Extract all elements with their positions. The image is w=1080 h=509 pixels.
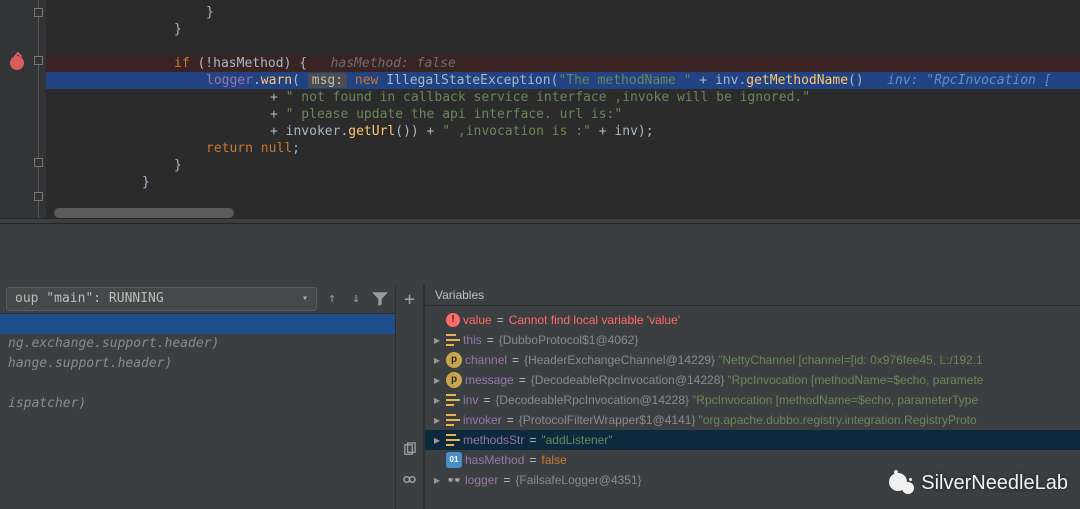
code-area[interactable]: }} if (!hasMethod) { hasMethod: falselogg…: [46, 0, 1080, 218]
frame-row[interactable]: [0, 314, 395, 334]
variable-row[interactable]: ▸invoker = {ProtocolFilterWrapper$1@4141…: [425, 410, 1080, 430]
parameter-badge-icon: p: [446, 352, 462, 368]
horizontal-scrollbar[interactable]: [54, 208, 1066, 218]
code-line[interactable]: + invoker.getUrl()) + " ,invocation is :…: [46, 123, 1080, 140]
variable-string-value: "RpcInvocation [methodName=$echo, parame…: [727, 370, 983, 390]
expand-arrow-icon[interactable]: ▸: [431, 370, 443, 390]
code-line[interactable]: return null;: [46, 140, 1080, 157]
expand-arrow-icon[interactable]: ▸: [431, 350, 443, 370]
copy-icon[interactable]: [400, 439, 420, 459]
variable-row[interactable]: ▸pmessage = {DecodeableRpcInvocation@142…: [425, 370, 1080, 390]
frame-row[interactable]: ispatcher): [0, 394, 395, 414]
watermark-text: SilverNeedleLab: [921, 472, 1068, 495]
frames-pane: oup "main": RUNNING ▾ ↑ ↓ ng.exchange.su…: [0, 284, 396, 509]
filter-icon[interactable]: [371, 287, 389, 311]
variable-row[interactable]: ▸pchannel = {HeaderExchangeChannel@14229…: [425, 350, 1080, 370]
breakpoint-icon[interactable]: [10, 56, 24, 70]
fold-marker-icon[interactable]: [34, 8, 43, 17]
chevron-down-icon: ▾: [302, 293, 308, 304]
code-line[interactable]: logger.warn( msg: new IllegalStateExcept…: [46, 72, 1080, 89]
next-frame-icon[interactable]: ↓: [347, 287, 365, 311]
variable-row[interactable]: ▸this = {DubboProtocol$1@4062}: [425, 330, 1080, 350]
frames-list[interactable]: ng.exchange.support.header)hange.support…: [0, 314, 395, 414]
error-icon: !: [446, 313, 460, 327]
frame-row[interactable]: hange.support.header): [0, 354, 395, 374]
variable-value: {DecodeableRpcInvocation@14228}: [495, 390, 689, 410]
link-icon[interactable]: [400, 469, 420, 489]
variable-string-value: "RpcInvocation [methodName=$echo, parame…: [692, 390, 978, 410]
frames-header: oup "main": RUNNING ▾ ↑ ↓: [0, 284, 395, 314]
code-line[interactable]: }: [46, 21, 1080, 38]
variable-name: hasMethod: [465, 450, 524, 470]
variables-list[interactable]: !value = Cannot find local variable 'val…: [425, 306, 1080, 494]
variable-string-value: "NettyChannel [channel=[id: 0x976fee45, …: [718, 350, 983, 370]
frame-row[interactable]: [0, 374, 395, 394]
variable-row[interactable]: ▸inv = {DecodeableRpcInvocation@14228} "…: [425, 390, 1080, 410]
fold-marker-icon[interactable]: [34, 192, 43, 201]
code-line[interactable]: [46, 38, 1080, 55]
object-badge-icon: [446, 434, 460, 446]
variable-row[interactable]: 01hasMethod = false: [425, 450, 1080, 470]
object-badge-icon: [446, 414, 460, 426]
watermark: SilverNeedleLab: [889, 472, 1068, 495]
thread-selector[interactable]: oup "main": RUNNING ▾: [6, 287, 317, 311]
variable-value: "addListener": [541, 430, 612, 450]
object-badge-icon: [446, 334, 460, 346]
variable-name: invoker: [463, 410, 502, 430]
variable-value: {DubboProtocol$1@4062}: [499, 330, 639, 350]
debug-panel: oup "main": RUNNING ▾ ↑ ↓ ng.exchange.su…: [0, 224, 1080, 509]
code-line[interactable]: + " please update the api interface. url…: [46, 106, 1080, 123]
expand-arrow-icon[interactable]: ▸: [431, 470, 443, 490]
frame-row[interactable]: ng.exchange.support.header): [0, 334, 395, 354]
variable-string-value: "org.apache.dubbo.registry.integration.R…: [698, 410, 976, 430]
variable-value: {ProtocolFilterWrapper$1@4141}: [519, 410, 696, 430]
code-line[interactable]: if (!hasMethod) { hasMethod: false: [46, 55, 1080, 72]
expand-arrow-icon[interactable]: ▸: [431, 390, 443, 410]
prev-frame-icon[interactable]: ↑: [323, 287, 341, 311]
variable-name: message: [465, 370, 514, 390]
variable-name: channel: [465, 350, 507, 370]
variable-value: {FailsafeLogger@4351}: [515, 470, 641, 490]
editor-gutter: [0, 0, 46, 218]
code-line[interactable]: }: [46, 174, 1080, 191]
debugger-side-toolbar: +: [396, 284, 424, 509]
variable-name: inv: [463, 390, 478, 410]
primitive-badge-icon: 01: [446, 452, 462, 468]
code-line[interactable]: }: [46, 4, 1080, 21]
thread-label: oup "main": RUNNING: [15, 291, 164, 306]
variable-name: value: [463, 310, 492, 330]
scrollbar-thumb[interactable]: [54, 208, 234, 218]
new-watch-icon[interactable]: +: [400, 290, 420, 310]
code-editor[interactable]: }} if (!hasMethod) { hasMethod: falselogg…: [0, 0, 1080, 218]
fold-marker-icon[interactable]: [34, 56, 43, 65]
variable-name: methodsStr: [463, 430, 524, 450]
object-badge-icon: [446, 394, 460, 406]
variable-row[interactable]: ▸methodsStr = "addListener": [425, 430, 1080, 450]
variable-row[interactable]: !value = Cannot find local variable 'val…: [425, 310, 1080, 330]
variable-name: this: [463, 330, 482, 350]
variable-value: {HeaderExchangeChannel@14229}: [524, 350, 715, 370]
fold-marker-icon[interactable]: [34, 158, 43, 167]
expand-arrow-icon[interactable]: ▸: [431, 410, 443, 430]
code-line[interactable]: }: [46, 157, 1080, 174]
code-line[interactable]: + " not found in callback service interf…: [46, 89, 1080, 106]
wechat-icon: [889, 473, 915, 495]
variable-value: Cannot find local variable 'value': [509, 310, 680, 330]
expand-arrow-icon[interactable]: ▸: [431, 430, 443, 450]
parameter-badge-icon: p: [446, 372, 462, 388]
expand-arrow-icon[interactable]: ▸: [431, 330, 443, 350]
variable-value: false: [541, 450, 566, 470]
variable-value: {DecodeableRpcInvocation@14228}: [531, 370, 725, 390]
watch-icon: 👓: [446, 470, 462, 490]
variable-name: logger: [465, 470, 498, 490]
variables-title: Variables: [425, 284, 1080, 306]
